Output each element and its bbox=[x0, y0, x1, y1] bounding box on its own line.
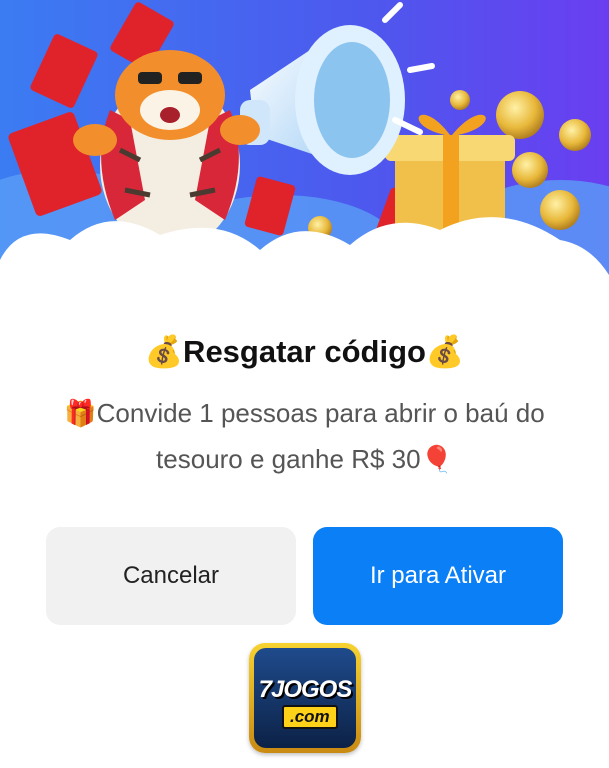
dialog-title: 💰Resgatar código💰 bbox=[144, 334, 465, 369]
redeem-code-dialog: 💰Resgatar código💰 🎁Convide 1 pessoas par… bbox=[0, 0, 609, 768]
logo-sub-text: .com bbox=[282, 705, 338, 729]
banner-illustration bbox=[0, 0, 609, 310]
logo-main-text: 7JOGOS bbox=[258, 676, 353, 703]
promo-banner bbox=[0, 0, 609, 310]
cancel-button[interactable]: Cancelar bbox=[46, 527, 296, 625]
dialog-message: 🎁Convide 1 pessoas para abrir o baú do t… bbox=[64, 398, 545, 474]
activate-button[interactable]: Ir para Ativar bbox=[313, 527, 563, 625]
logo-badge: 7JOGOS .com bbox=[254, 648, 356, 748]
brand-logo: 7JOGOS .com bbox=[249, 643, 361, 753]
